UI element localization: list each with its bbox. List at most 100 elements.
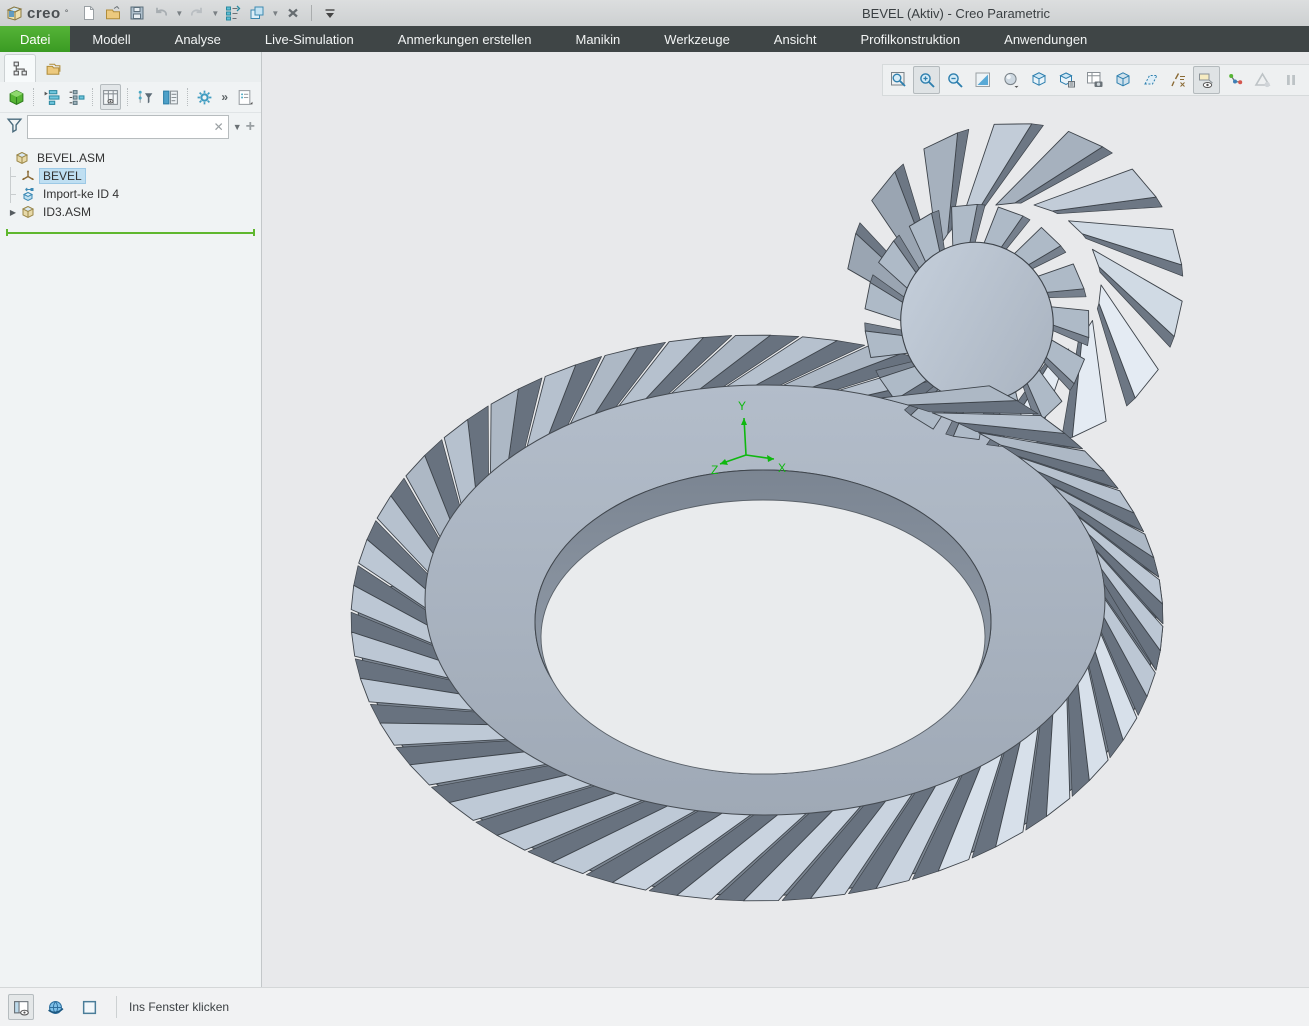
customize-toolbar-button[interactable] xyxy=(319,2,341,24)
expand-arrow-icon[interactable]: ▶ xyxy=(6,208,20,217)
bevel-gear-model[interactable]: YZX xyxy=(262,52,1309,988)
filter-dropdown-caret[interactable]: ▼ xyxy=(233,122,242,132)
tree-columns-icon xyxy=(102,89,119,106)
warnings-button[interactable] xyxy=(1249,66,1276,94)
collapse-all-button[interactable] xyxy=(66,84,87,110)
model-tree-filter-row: ✕ ▼ + xyxy=(0,113,261,141)
display-style-button[interactable] xyxy=(1025,66,1052,94)
import-feature-icon xyxy=(20,186,36,202)
perspective-view-button[interactable] xyxy=(1109,66,1136,94)
plane-display-button[interactable] xyxy=(1137,66,1164,94)
shading-style-icon xyxy=(1002,71,1020,89)
tree-connector xyxy=(6,167,16,185)
filter-input-wrap: ✕ xyxy=(27,115,229,139)
shading-style-button[interactable] xyxy=(997,66,1024,94)
spin-center-button[interactable] xyxy=(1221,66,1248,94)
model-tree: BEVEL.ASM BEVEL Import-ke ID 4 ▶ ID3.ASM xyxy=(0,149,261,221)
tab-modell[interactable]: Modell xyxy=(70,26,152,52)
tree-item-label[interactable]: BEVEL xyxy=(40,169,85,183)
undo-dropdown-caret[interactable]: ▼ xyxy=(174,2,184,24)
model-tree-panel: » ✕ ▼ + BEVEL.ASM BEVEL Import-ke ID 4 ▶ ID3… xyxy=(0,52,262,988)
repaint-icon xyxy=(974,71,992,89)
tree-row[interactable]: BEVEL.ASM xyxy=(0,149,261,167)
saved-orientations-button[interactable] xyxy=(1053,66,1080,94)
coordinate-system-icon xyxy=(20,168,36,184)
tab-werkzeuge[interactable]: Werkzeuge xyxy=(642,26,752,52)
tab-analyse[interactable]: Analyse xyxy=(153,26,243,52)
panel-tab-strip xyxy=(0,52,261,82)
statusbar-separator xyxy=(116,996,117,1018)
tab-ansicht[interactable]: Ansicht xyxy=(752,26,839,52)
graphics-viewport[interactable]: YZX xyxy=(262,52,1309,988)
window-box-button[interactable] xyxy=(76,994,102,1020)
toolbar-separator xyxy=(127,88,129,106)
settings-gear-button[interactable] xyxy=(194,84,215,110)
pause-icon xyxy=(1282,71,1300,89)
panel-toggle-icon xyxy=(13,999,30,1016)
pause-button[interactable] xyxy=(1277,66,1304,94)
redo-button[interactable] xyxy=(186,2,208,24)
tab-profilkonstruktion[interactable]: Profilkonstruktion xyxy=(838,26,982,52)
datum-display-button[interactable] xyxy=(1165,66,1192,94)
quick-access-toolbar: ▼ ▼ ▼ xyxy=(78,2,341,24)
tab-manikin[interactable]: Manikin xyxy=(553,26,642,52)
warnings-icon xyxy=(1254,71,1272,89)
statusbar-icons xyxy=(0,994,102,1020)
zoom-in-button[interactable] xyxy=(913,66,940,94)
tree-item-label[interactable]: BEVEL.ASM xyxy=(34,151,108,165)
tab-datei[interactable]: Datei xyxy=(0,26,70,52)
datum-display-icon xyxy=(1170,71,1188,89)
tree-format-button[interactable] xyxy=(160,84,181,110)
resume-button[interactable] xyxy=(1305,66,1309,94)
undo-button[interactable] xyxy=(150,2,172,24)
toolbar-separator xyxy=(92,88,94,106)
panel-toggle-button[interactable] xyxy=(8,994,34,1020)
insertion-point-line[interactable] xyxy=(6,229,255,236)
switch-windows-dropdown-caret[interactable]: ▼ xyxy=(270,2,280,24)
close-window-button[interactable] xyxy=(282,2,304,24)
add-filter-button[interactable]: + xyxy=(246,118,255,136)
spin-center-icon xyxy=(1226,71,1244,89)
tree-item-label[interactable]: Import-ke ID 4 xyxy=(40,187,122,201)
model-tree-tab[interactable] xyxy=(4,54,36,82)
customize-toolbar-icon xyxy=(322,5,338,21)
tree-row[interactable]: Import-ke ID 4 xyxy=(0,185,261,203)
redo-dropdown-caret[interactable]: ▼ xyxy=(210,2,220,24)
zoom-in-icon xyxy=(918,71,936,89)
folder-browser-tab[interactable] xyxy=(38,55,68,82)
tree-item-label[interactable]: ID3.ASM xyxy=(40,205,94,219)
view-manager-button[interactable] xyxy=(1081,66,1108,94)
annotation-display-button[interactable] xyxy=(1193,66,1220,94)
regenerate-icon xyxy=(225,5,241,21)
tree-filters-button[interactable] xyxy=(135,84,156,110)
collapse-all-icon xyxy=(68,89,85,106)
overflow-chevrons-button[interactable]: » xyxy=(219,90,230,104)
tab-anwendungen[interactable]: Anwendungen xyxy=(982,26,1109,52)
options-document-icon xyxy=(236,89,253,106)
expand-all-button[interactable] xyxy=(41,84,62,110)
tree-columns-button[interactable] xyxy=(100,84,121,110)
folder-browser-icon xyxy=(45,60,62,77)
model-tree-filter-input[interactable] xyxy=(28,118,214,136)
model-tree-icon xyxy=(12,60,29,77)
regenerate-button[interactable] xyxy=(222,2,244,24)
zoom-fit-button[interactable] xyxy=(885,66,912,94)
show-display-cube-button[interactable] xyxy=(6,84,27,110)
logo-trademark: ° xyxy=(65,8,69,18)
repaint-button[interactable] xyxy=(969,66,996,94)
web-browser-globe-button[interactable] xyxy=(42,994,68,1020)
statusbar: Ins Fenster klicken xyxy=(0,987,1309,1026)
new-file-button[interactable] xyxy=(78,2,100,24)
tab-anmerkungen-erstellen[interactable]: Anmerkungen erstellen xyxy=(376,26,554,52)
open-file-button[interactable] xyxy=(102,2,124,24)
save-button[interactable] xyxy=(126,2,148,24)
tree-row[interactable]: BEVEL xyxy=(0,167,261,185)
web-browser-globe-icon xyxy=(47,999,64,1016)
zoom-out-button[interactable] xyxy=(941,66,968,94)
clear-filter-icon[interactable]: ✕ xyxy=(214,120,228,134)
options-document-button[interactable] xyxy=(234,84,255,110)
switch-windows-button[interactable] xyxy=(246,2,268,24)
tree-row[interactable]: ▶ ID3.ASM xyxy=(0,203,261,221)
tab-live-simulation[interactable]: Live-Simulation xyxy=(243,26,376,52)
model-tree-toolbar: » xyxy=(0,82,261,113)
